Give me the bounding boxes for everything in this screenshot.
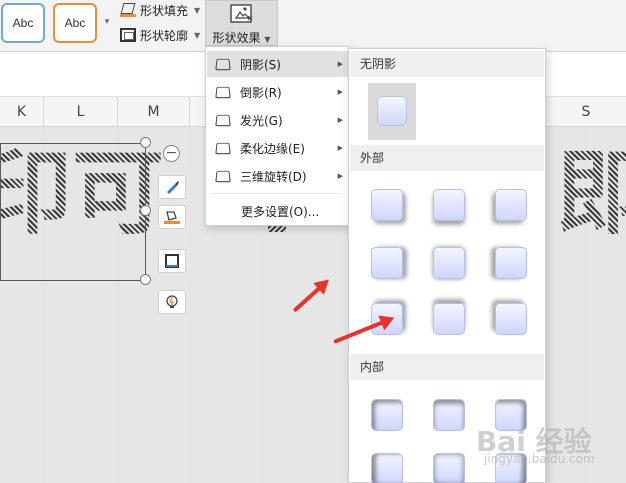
chevron-right-icon: ▶	[337, 144, 343, 152]
3d-rotation-icon	[215, 170, 231, 183]
menu-item-3d-rotation[interactable]: 三维旋转(D) ▶	[207, 163, 349, 189]
column-header-m[interactable]: M	[118, 97, 190, 127]
paint-bucket-icon	[164, 211, 180, 224]
column-header-s[interactable]: S	[546, 97, 626, 127]
shape-style-preset-2[interactable]: Abc	[53, 3, 97, 43]
section-header-inner: 内部	[350, 354, 544, 380]
shadow-inner-left[interactable]	[371, 453, 403, 483]
chevron-right-icon: ▶	[337, 116, 343, 124]
menu-item-more-settings[interactable]: 更多设置(O)...	[207, 198, 349, 224]
menu-item-label: 更多设置(O)...	[241, 204, 320, 219]
shape-effect-label: 形状效果	[212, 31, 261, 45]
menu-item-reflection[interactable]: 倒影(R) ▶	[207, 79, 349, 105]
shadow-outer-center[interactable]	[433, 247, 465, 279]
shape-style-preset-1[interactable]: Abc	[1, 3, 45, 43]
chevron-down-icon: ▼	[194, 30, 201, 40]
section-header-no-shadow: 无阴影	[350, 51, 544, 77]
text-art-right[interactable]: 即	[556, 148, 626, 240]
menu-item-label: 三维旋转(D)	[240, 169, 307, 184]
shadow-outer-top[interactable]	[433, 303, 465, 335]
gridline	[190, 127, 191, 483]
shape-effect-menu: 阴影(S) ▶ 倒影(R) ▶ 发光(G) ▶ 柔化边缘(E) ▶ 三维旋转(D…	[205, 46, 350, 226]
chevron-down-icon: ▼	[194, 5, 201, 15]
textbox-selection-frame[interactable]	[0, 143, 146, 281]
chevron-right-icon: ▶	[337, 88, 343, 96]
shadow-outer-left[interactable]	[495, 247, 527, 279]
paint-bucket-icon	[120, 3, 136, 17]
shadow-inner-center[interactable]	[433, 453, 465, 483]
shadow-swatch-none	[377, 96, 407, 126]
no-shadow-option[interactable]	[368, 83, 416, 140]
chevron-right-icon: ▶	[337, 60, 343, 68]
soft-edges-icon	[215, 142, 231, 155]
column-header-l[interactable]: L	[44, 97, 118, 127]
style-brush-button[interactable]	[158, 175, 186, 199]
chevron-down-icon: ▼	[264, 35, 271, 44]
menu-item-shadow[interactable]: 阴影(S) ▶	[207, 51, 349, 77]
menu-separator	[212, 193, 342, 194]
shadow-outer-bottom-right[interactable]	[371, 189, 403, 221]
brush-icon	[167, 181, 179, 194]
shape-effect-icon	[230, 4, 253, 23]
menu-item-label: 倒影(R)	[240, 85, 282, 100]
outline-icon	[165, 254, 179, 268]
outline-icon	[120, 28, 136, 42]
glow-icon	[215, 114, 231, 127]
resize-handle-bottom-right[interactable]	[140, 274, 151, 285]
shadow-outer-right[interactable]	[371, 247, 403, 279]
shadow-outer-top-left[interactable]	[495, 303, 527, 335]
reflection-icon	[215, 86, 231, 99]
resize-handle-right[interactable]	[140, 205, 151, 216]
shadow-inner-top-left[interactable]	[371, 399, 403, 431]
shape-effect-button[interactable]: 形状效果 ▼	[205, 0, 278, 46]
shape-fill-button[interactable]: 形状填充 ▼	[120, 1, 200, 19]
shadow-submenu: 无阴影 外部 内部	[348, 48, 546, 483]
menu-item-label: 发光(G)	[240, 113, 283, 128]
style-gallery-more-icon[interactable]: ▾	[100, 10, 114, 34]
shape-outline-label: 形状轮廓	[140, 28, 189, 43]
menu-item-label: 柔化边缘(E)	[240, 141, 305, 156]
resize-handle-top-right[interactable]	[140, 137, 151, 148]
chevron-right-icon: ▶	[337, 172, 343, 180]
section-header-outer: 外部	[350, 145, 544, 171]
column-header-k[interactable]: K	[0, 97, 44, 127]
watermark-url: jingyan.baidu.com	[484, 452, 595, 466]
shadow-outer-bottom[interactable]	[433, 189, 465, 221]
menu-item-soft-edges[interactable]: 柔化边缘(E) ▶	[207, 135, 349, 161]
menu-item-glow[interactable]: 发光(G) ▶	[207, 107, 349, 133]
ribbon: Abc Abc ▾ 形状填充 ▼ 形状轮廓 ▼ 形状效果 ▼	[0, 0, 626, 52]
shadow-outer-bottom-left[interactable]	[495, 189, 527, 221]
shadow-inner-top[interactable]	[433, 399, 465, 431]
quick-effect-button[interactable]	[158, 290, 186, 314]
shape-fill-label: 形状填充	[140, 3, 189, 18]
quick-outline-button[interactable]	[158, 249, 186, 273]
menu-item-label: 阴影(S)	[240, 57, 281, 72]
quick-fill-button[interactable]	[158, 205, 186, 229]
shadow-icon	[215, 58, 231, 71]
collapse-minus-icon[interactable]: −	[163, 145, 180, 162]
shape-outline-button[interactable]: 形状轮廓 ▼	[120, 26, 200, 44]
lightbulb-icon	[166, 295, 178, 308]
